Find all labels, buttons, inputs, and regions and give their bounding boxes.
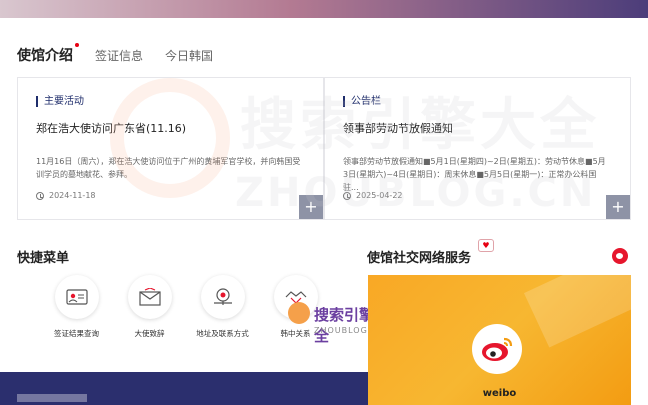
- section-tabs: 使馆介绍 签证信息 今日韩国: [17, 43, 235, 66]
- quick-item-label: 大使致辞: [134, 329, 165, 338]
- clock-icon: [36, 191, 44, 200]
- tab-visa-info[interactable]: 签证信息: [95, 47, 143, 64]
- heart-icon: ♥: [478, 239, 494, 252]
- weibo-icon[interactable]: [612, 248, 628, 264]
- card-description: 领事部劳动节放假通知■5月1日(星期四)~2日(星期五)：劳动节休息■5月3日(…: [343, 157, 606, 192]
- tab-embassy-intro[interactable]: 使馆介绍: [17, 43, 79, 65]
- tab-label: 签证信息: [95, 48, 144, 63]
- quick-item-label: 地址及联系方式: [196, 329, 249, 338]
- decorative-stripe: [523, 275, 631, 348]
- card-description: 11月16日（周六），郑在浩大使访问位于广州的黄埔军官学校，并向韩国受训学员的墓…: [36, 157, 301, 179]
- card-date-text: 2025-04-22: [356, 191, 403, 200]
- weibo-card[interactable]: weibo: [368, 275, 631, 405]
- watermark-logo-icon: [288, 302, 310, 324]
- envelope-icon: [127, 275, 172, 319]
- tab-today-korea[interactable]: 今日韩国: [165, 47, 213, 64]
- clock-icon: [343, 191, 351, 200]
- card-category: 公告栏: [343, 96, 381, 107]
- tab-label: 使馆介绍: [17, 48, 73, 64]
- weibo-logo-icon: [472, 324, 522, 374]
- more-button[interactable]: +: [606, 195, 630, 219]
- card-category: 主要活动: [36, 96, 84, 107]
- card-date-text: 2024-11-18: [49, 191, 96, 200]
- news-card-notice-board[interactable]: 公告栏 领事部劳动节放假通知 领事部劳动节放假通知■5月1日(星期四)~2日(星…: [324, 77, 631, 220]
- top-banner: [0, 0, 648, 18]
- bottom-section-heading-cutoff: [17, 394, 87, 402]
- quick-item-visa-result[interactable]: 签证结果查询: [40, 275, 113, 339]
- quick-item-label: 签证结果查询: [54, 329, 99, 338]
- social-section-title: 使馆社交网络服务: [367, 251, 472, 266]
- news-card-main-activity[interactable]: 主要活动 郑在浩大使访问广东省(11.16) 11月16日（周六），郑在浩大使访…: [17, 77, 324, 220]
- card-date: 2025-04-22: [343, 191, 403, 200]
- bottom-section-bar: [0, 372, 368, 405]
- card-title[interactable]: 郑在浩大使访问广东省(11.16): [36, 120, 186, 136]
- active-dot: [75, 43, 79, 47]
- quick-item-address-contact[interactable]: 地址及联系方式: [186, 275, 259, 339]
- quick-item-ambassador-greeting[interactable]: 大使致辞: [113, 275, 186, 339]
- quick-menu-title: 快捷菜单: [17, 251, 70, 266]
- card-date: 2024-11-18: [36, 191, 96, 200]
- card-title[interactable]: 领事部劳动节放假通知: [343, 120, 453, 136]
- weibo-label: weibo: [482, 388, 517, 399]
- tab-label: 今日韩国: [165, 48, 214, 63]
- map-pin-icon: [200, 275, 245, 319]
- id-card-icon: [54, 275, 99, 319]
- more-button[interactable]: +: [299, 195, 323, 219]
